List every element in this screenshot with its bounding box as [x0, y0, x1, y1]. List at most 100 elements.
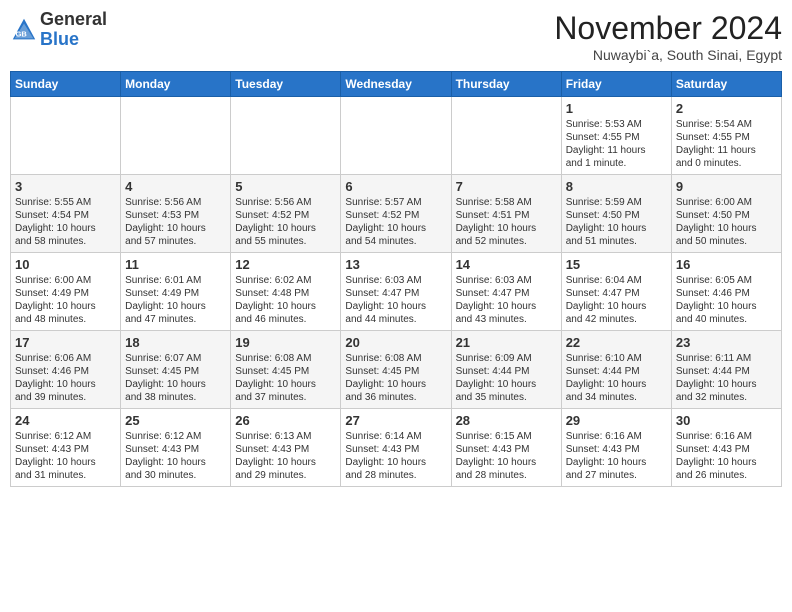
day-info-line: Daylight: 11 hours	[566, 144, 667, 157]
day-info-line: and 47 minutes.	[125, 313, 226, 326]
day-number: 24	[15, 413, 116, 428]
day-number: 28	[456, 413, 557, 428]
day-info-line: Daylight: 10 hours	[345, 378, 446, 391]
calendar-cell: 3Sunrise: 5:55 AMSunset: 4:54 PMDaylight…	[11, 175, 121, 253]
day-info-line: and 27 minutes.	[566, 469, 667, 482]
day-info-line: Sunrise: 6:09 AM	[456, 352, 557, 365]
day-number: 5	[235, 179, 336, 194]
day-info-line: and 39 minutes.	[15, 391, 116, 404]
day-info-line: Daylight: 10 hours	[676, 378, 777, 391]
day-info-line: Daylight: 10 hours	[15, 456, 116, 469]
svg-text:GB: GB	[16, 29, 28, 38]
logo-blue-text: Blue	[40, 30, 107, 50]
day-number: 30	[676, 413, 777, 428]
day-info-line: and 42 minutes.	[566, 313, 667, 326]
day-info-line: Sunset: 4:43 PM	[125, 443, 226, 456]
day-info-line: Sunset: 4:44 PM	[566, 365, 667, 378]
day-info-line: Sunrise: 5:59 AM	[566, 196, 667, 209]
day-number: 19	[235, 335, 336, 350]
calendar-cell: 14Sunrise: 6:03 AMSunset: 4:47 PMDayligh…	[451, 253, 561, 331]
day-number: 23	[676, 335, 777, 350]
day-number: 17	[15, 335, 116, 350]
day-info-line: and 37 minutes.	[235, 391, 336, 404]
day-info-line: Daylight: 10 hours	[456, 378, 557, 391]
calendar-cell	[341, 97, 451, 175]
calendar-table: SundayMondayTuesdayWednesdayThursdayFrid…	[10, 71, 782, 487]
day-info-line: Sunrise: 6:16 AM	[566, 430, 667, 443]
title-block: November 2024 Nuwaybi`a, South Sinai, Eg…	[554, 10, 782, 63]
day-info-line: Sunrise: 6:15 AM	[456, 430, 557, 443]
calendar-week-row: 10Sunrise: 6:00 AMSunset: 4:49 PMDayligh…	[11, 253, 782, 331]
day-info-line: Sunset: 4:49 PM	[125, 287, 226, 300]
day-info-line: and 51 minutes.	[566, 235, 667, 248]
day-info-line: Sunset: 4:55 PM	[566, 131, 667, 144]
day-number: 15	[566, 257, 667, 272]
day-number: 20	[345, 335, 446, 350]
day-info-line: and 38 minutes.	[125, 391, 226, 404]
day-info-line: and 55 minutes.	[235, 235, 336, 248]
day-info-line: and 40 minutes.	[676, 313, 777, 326]
day-info-line: Sunrise: 6:04 AM	[566, 274, 667, 287]
calendar-week-row: 17Sunrise: 6:06 AMSunset: 4:46 PMDayligh…	[11, 331, 782, 409]
calendar-day-header: Friday	[561, 72, 671, 97]
day-number: 10	[15, 257, 116, 272]
day-info-line: Sunrise: 6:06 AM	[15, 352, 116, 365]
calendar-cell: 2Sunrise: 5:54 AMSunset: 4:55 PMDaylight…	[671, 97, 781, 175]
day-info-line: Sunrise: 6:08 AM	[235, 352, 336, 365]
day-info-line: Sunset: 4:46 PM	[676, 287, 777, 300]
day-info-line: Sunrise: 6:08 AM	[345, 352, 446, 365]
day-info-line: Sunset: 4:43 PM	[235, 443, 336, 456]
day-info-line: Daylight: 11 hours	[676, 144, 777, 157]
day-info-line: Daylight: 10 hours	[345, 222, 446, 235]
day-info-line: and 48 minutes.	[15, 313, 116, 326]
day-number: 22	[566, 335, 667, 350]
calendar-cell: 7Sunrise: 5:58 AMSunset: 4:51 PMDaylight…	[451, 175, 561, 253]
calendar-cell: 18Sunrise: 6:07 AMSunset: 4:45 PMDayligh…	[121, 331, 231, 409]
day-number: 1	[566, 101, 667, 116]
calendar-week-row: 1Sunrise: 5:53 AMSunset: 4:55 PMDaylight…	[11, 97, 782, 175]
calendar-cell: 24Sunrise: 6:12 AMSunset: 4:43 PMDayligh…	[11, 409, 121, 487]
location-text: Nuwaybi`a, South Sinai, Egypt	[554, 47, 782, 63]
day-number: 8	[566, 179, 667, 194]
day-info-line: Daylight: 10 hours	[235, 300, 336, 313]
month-title: November 2024	[554, 10, 782, 47]
day-info-line: Sunset: 4:54 PM	[15, 209, 116, 222]
day-info-line: Sunset: 4:43 PM	[345, 443, 446, 456]
day-number: 21	[456, 335, 557, 350]
day-info-line: Sunrise: 6:12 AM	[15, 430, 116, 443]
page: GB General Blue November 2024 Nuwaybi`a,…	[0, 0, 792, 497]
day-info-line: Daylight: 10 hours	[566, 300, 667, 313]
day-number: 12	[235, 257, 336, 272]
day-number: 4	[125, 179, 226, 194]
day-info-line: Daylight: 10 hours	[125, 300, 226, 313]
day-info-line: Sunrise: 5:53 AM	[566, 118, 667, 131]
day-info-line: Sunrise: 6:03 AM	[345, 274, 446, 287]
day-info-line: Sunrise: 5:58 AM	[456, 196, 557, 209]
calendar-cell: 6Sunrise: 5:57 AMSunset: 4:52 PMDaylight…	[341, 175, 451, 253]
day-number: 16	[676, 257, 777, 272]
calendar-day-header: Thursday	[451, 72, 561, 97]
calendar-day-header: Monday	[121, 72, 231, 97]
day-info-line: and 1 minute.	[566, 157, 667, 170]
day-info-line: Daylight: 10 hours	[345, 456, 446, 469]
day-info-line: Sunset: 4:53 PM	[125, 209, 226, 222]
day-info-line: Sunset: 4:43 PM	[676, 443, 777, 456]
day-number: 2	[676, 101, 777, 116]
day-number: 6	[345, 179, 446, 194]
day-info-line: Sunrise: 6:07 AM	[125, 352, 226, 365]
day-info-line: Daylight: 10 hours	[125, 456, 226, 469]
day-info-line: Daylight: 10 hours	[456, 222, 557, 235]
day-info-line: Daylight: 10 hours	[566, 456, 667, 469]
day-info-line: Sunset: 4:45 PM	[125, 365, 226, 378]
day-number: 3	[15, 179, 116, 194]
day-info-line: Sunrise: 6:13 AM	[235, 430, 336, 443]
calendar-day-header: Sunday	[11, 72, 121, 97]
day-info-line: Sunset: 4:50 PM	[676, 209, 777, 222]
day-info-line: and 36 minutes.	[345, 391, 446, 404]
day-info-line: Sunrise: 5:57 AM	[345, 196, 446, 209]
day-info-line: and 50 minutes.	[676, 235, 777, 248]
calendar-cell: 9Sunrise: 6:00 AMSunset: 4:50 PMDaylight…	[671, 175, 781, 253]
calendar-cell: 27Sunrise: 6:14 AMSunset: 4:43 PMDayligh…	[341, 409, 451, 487]
calendar-cell: 28Sunrise: 6:15 AMSunset: 4:43 PMDayligh…	[451, 409, 561, 487]
day-info-line: Daylight: 10 hours	[676, 300, 777, 313]
